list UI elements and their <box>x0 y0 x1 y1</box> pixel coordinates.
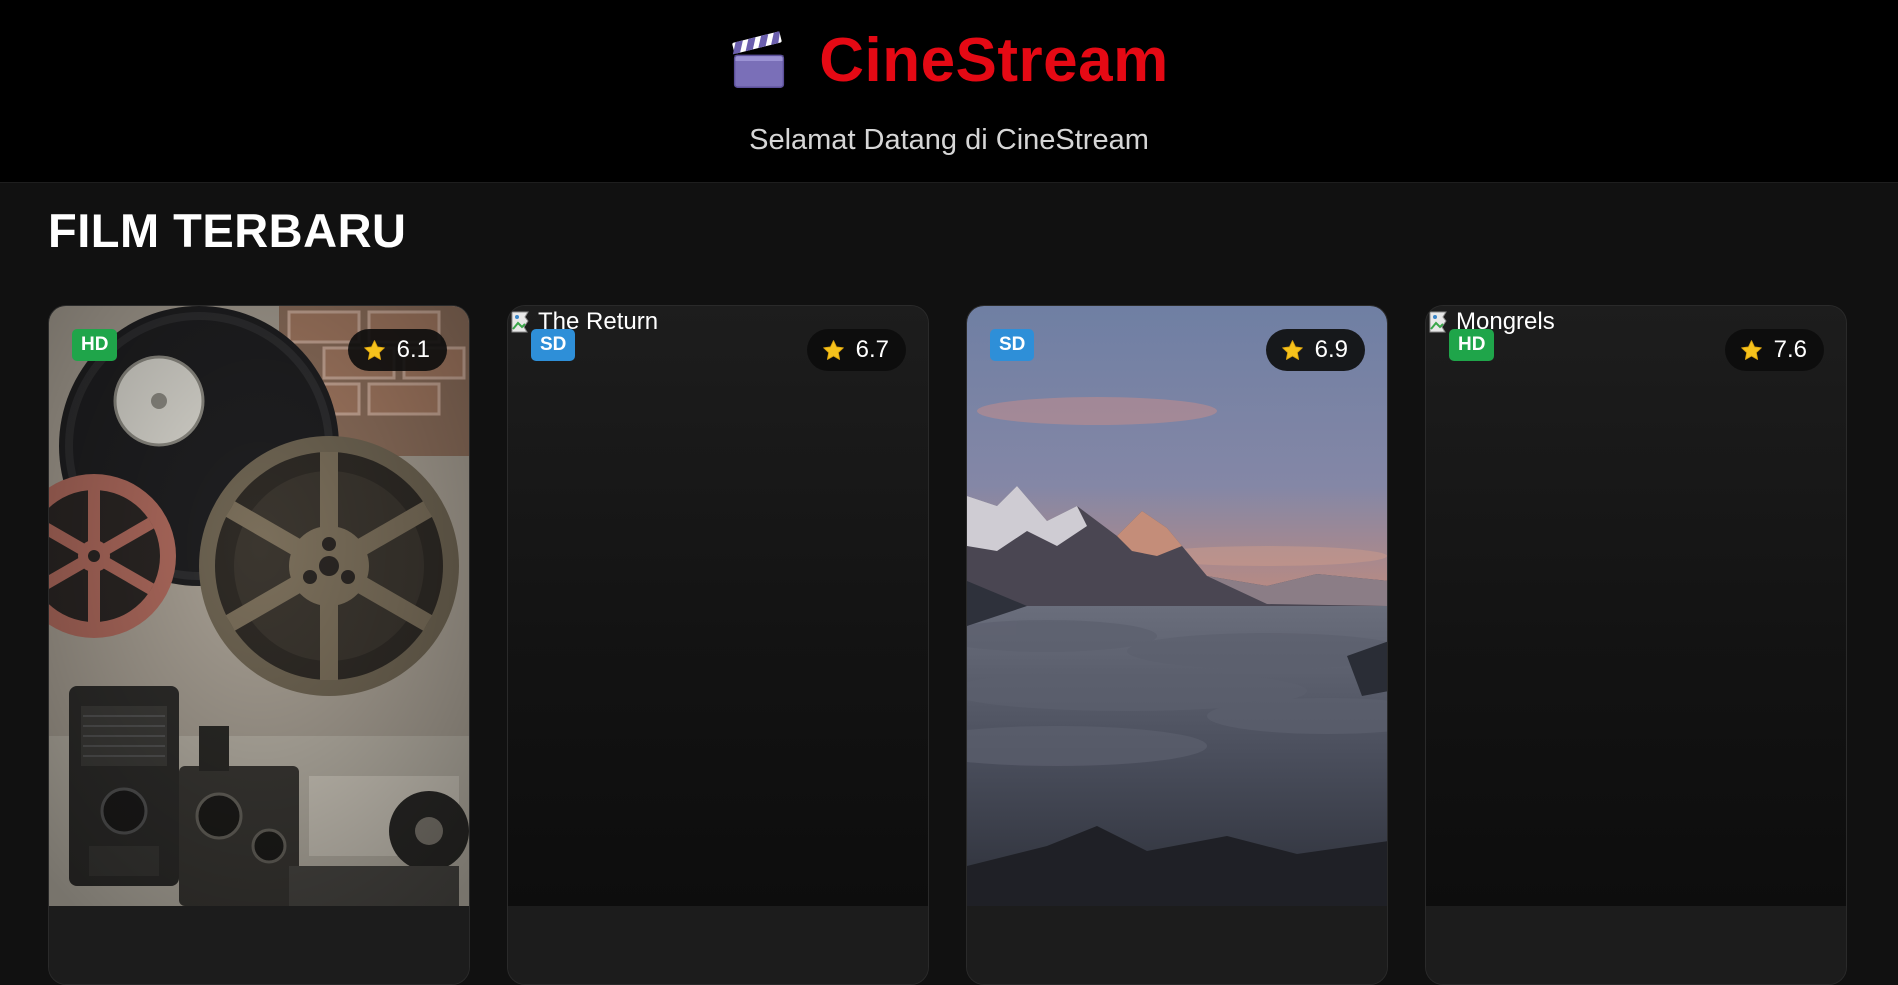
mountain-clouds-photo <box>967 306 1387 906</box>
card-info <box>49 906 469 984</box>
quality-badge: HD <box>72 329 118 361</box>
card-info <box>967 906 1387 984</box>
rating-value: 7.6 <box>1773 336 1807 363</box>
movie-card[interactable]: Mongrels HD 7.6 <box>1425 305 1847 985</box>
rating-value: 6.9 <box>1314 336 1348 363</box>
rating-value: 6.7 <box>855 336 889 363</box>
movie-poster[interactable]: Mongrels <box>1426 306 1846 906</box>
rating-value: 6.1 <box>396 336 430 363</box>
movie-poster[interactable] <box>967 306 1387 906</box>
tagline: Selamat Datang di CineStream <box>749 124 1149 156</box>
star-icon <box>1740 339 1762 360</box>
movie-poster[interactable] <box>49 306 469 906</box>
film-reels-photo <box>49 306 469 906</box>
card-info <box>1426 906 1846 984</box>
quality-badge: HD <box>1449 329 1495 361</box>
rating-pill: 6.1 <box>347 329 447 371</box>
site-header: CineStream Selamat Datang di CineStream <box>0 0 1898 183</box>
movie-grid: HD 6.1 The Return SD 6.7 SD 6.9 Mongrels… <box>48 305 1847 985</box>
rating-pill: 7.6 <box>1724 329 1824 371</box>
movie-card[interactable]: The Return SD 6.7 <box>507 305 929 985</box>
movie-poster[interactable]: The Return <box>508 306 928 906</box>
star-icon <box>1281 339 1303 360</box>
clapperboard-icon <box>732 31 785 88</box>
movie-card[interactable]: HD 6.1 <box>48 305 470 985</box>
movie-card[interactable]: SD 6.9 <box>966 305 1388 985</box>
card-info <box>508 906 928 984</box>
brand-name: CineStream <box>819 26 1169 95</box>
star-icon <box>822 339 844 360</box>
quality-badge: SD <box>531 329 576 361</box>
rating-pill: 6.7 <box>806 329 906 371</box>
rating-pill: 6.9 <box>1265 329 1365 371</box>
section-title: FILM TERBARU <box>48 204 407 257</box>
quality-badge: SD <box>990 329 1035 361</box>
brand[interactable]: CineStream <box>0 30 1898 92</box>
star-icon <box>363 339 385 360</box>
